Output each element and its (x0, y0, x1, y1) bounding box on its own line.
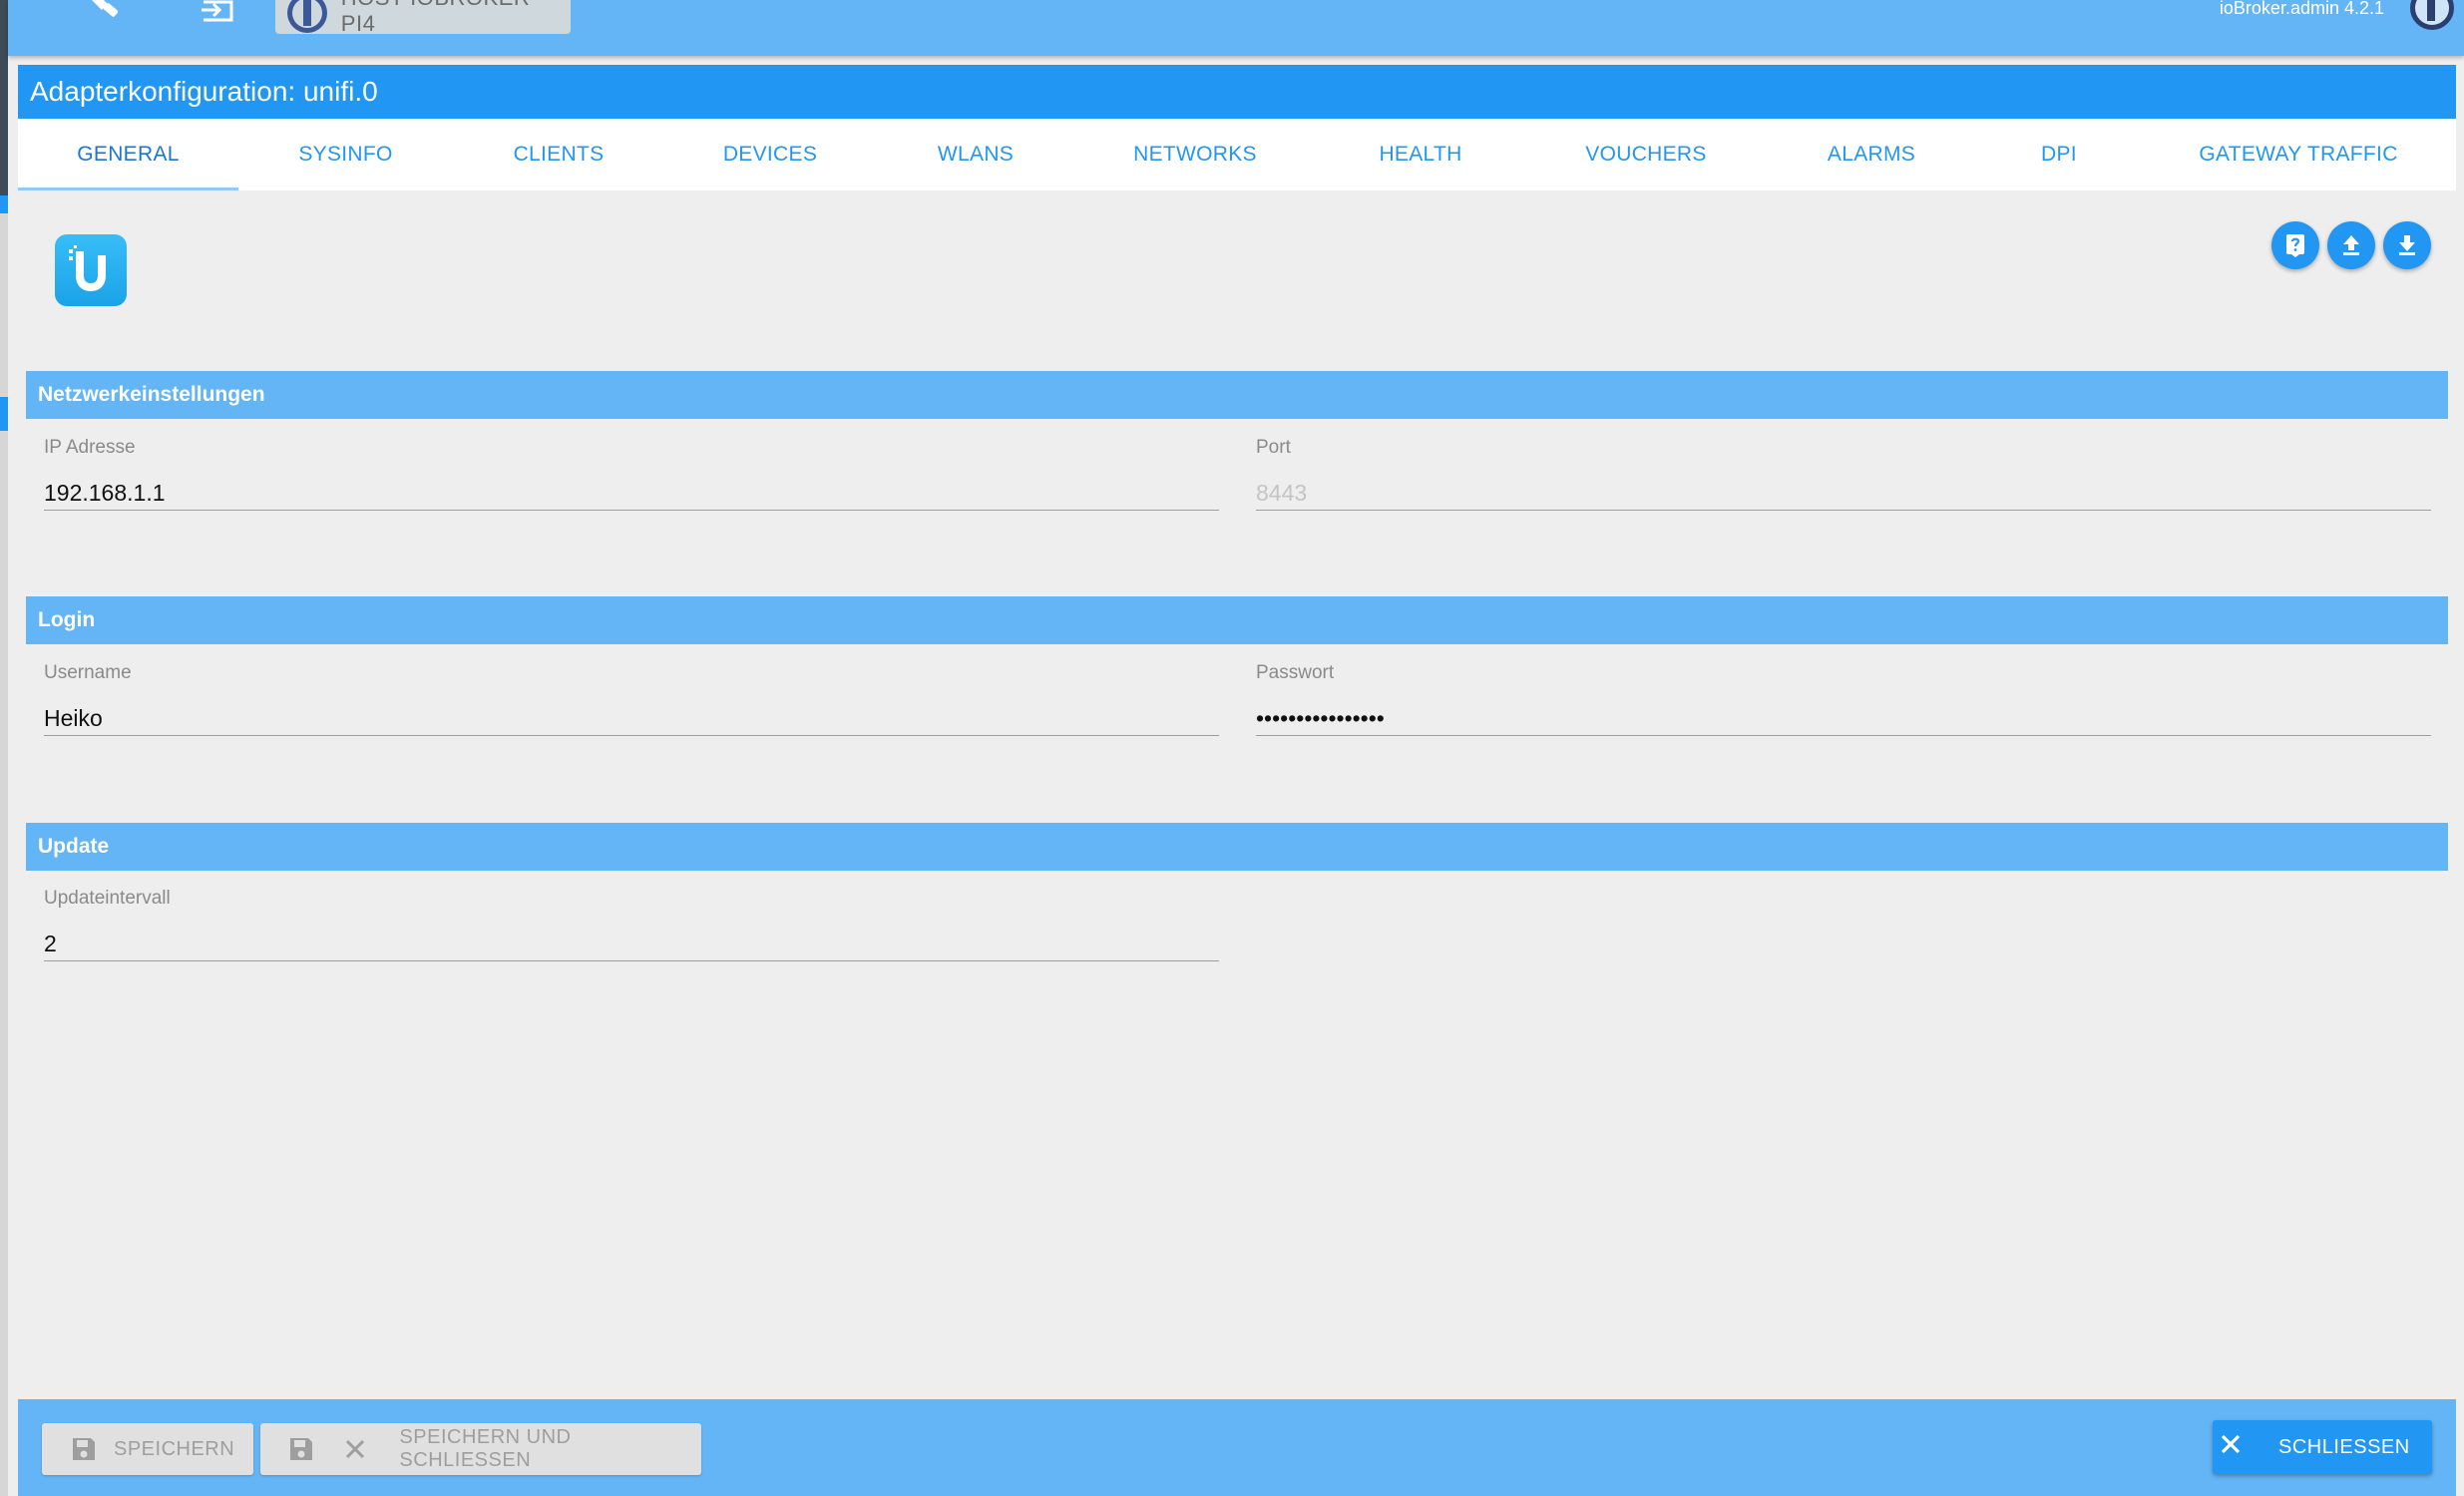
ip-address-field: IP Adresse (44, 437, 1219, 511)
update-interval-field: Updateintervall (44, 888, 1219, 961)
save-and-close-button[interactable]: SPEICHERN UND SCHLIESSEN (260, 1423, 701, 1475)
download-icon (2399, 235, 2415, 255)
iobroker-logo-icon (287, 0, 327, 33)
tab-health[interactable]: HEALTH (1315, 119, 1526, 190)
download-button[interactable] (2383, 221, 2431, 269)
tab-general[interactable]: GENERAL (18, 119, 238, 190)
save-button-label: SPEICHERN (114, 1437, 235, 1460)
floppy-disk-icon (272, 1435, 331, 1463)
dialog-title: Adapterkonfiguration: unifi.0 (18, 65, 2456, 119)
port-field: Port (1256, 437, 2431, 511)
tab-wlans[interactable]: WLANS (876, 119, 1075, 190)
tab-dpi[interactable]: DPI (1977, 119, 2141, 190)
tab-alarms[interactable]: ALARMS (1766, 119, 1977, 190)
host-label: HOST IOBROKER-PI4 (340, 0, 538, 34)
tab-clients[interactable]: CLIENTS (453, 119, 664, 190)
left-edge-strip (0, 0, 8, 1496)
host-selector[interactable]: HOST IOBROKER-PI4 (275, 0, 571, 34)
password-label: Passwort (1256, 662, 1335, 683)
ip-address-label: IP Adresse (44, 437, 136, 458)
unifi-adapter-logo (55, 234, 127, 306)
save-and-close-label: SPEICHERN UND SCHLIESSEN (399, 1426, 572, 1471)
close-button-label: SCHLIESSEN (2278, 1435, 2410, 1458)
close-x-icon (2219, 1432, 2278, 1462)
dialog-footer: SPEICHERN SPEICHERN UND SCHLIESSEN SCHLI… (18, 1399, 2456, 1496)
tab-bar: GENERAL SYSINFO CLIENTS DEVICES WLANS NE… (18, 119, 2456, 190)
port-label: Port (1256, 437, 1291, 458)
floppy-disk-icon (54, 1435, 114, 1463)
section-login-header: Login (26, 596, 2448, 644)
password-input[interactable] (1256, 700, 2431, 736)
tab-sysinfo[interactable]: SYSINFO (238, 119, 453, 190)
upload-button[interactable] (2327, 221, 2375, 269)
update-interval-input[interactable] (44, 926, 1219, 961)
save-button[interactable]: SPEICHERN (42, 1423, 253, 1475)
exit-icon[interactable] (194, 0, 241, 30)
help-button[interactable] (2271, 221, 2319, 269)
password-field: Passwort (1256, 662, 2431, 736)
update-interval-label: Updateintervall (44, 888, 171, 909)
top-app-bar: HOST IOBROKER-PI4 ioBroker.admin 4.2.1 (8, 0, 2464, 56)
tab-vouchers[interactable]: VOUCHERS (1526, 119, 1766, 190)
iobroker-corner-logo-icon (2410, 0, 2454, 30)
upload-icon (2343, 235, 2359, 255)
adapter-config-dialog: Adapterkonfiguration: unifi.0 GENERAL SY… (18, 65, 2456, 1496)
username-label: Username (44, 662, 132, 683)
tab-gateway-traffic[interactable]: GATEWAY TRAFFIC (2141, 119, 2456, 190)
help-icon (2286, 234, 2304, 257)
close-button[interactable]: SCHLIESSEN (2213, 1420, 2432, 1474)
username-field: Username (44, 662, 1219, 736)
ip-address-input[interactable] (44, 475, 1219, 511)
section-update-header: Update (26, 823, 2448, 871)
section-network-header: Netzwerkeinstellungen (26, 371, 2448, 419)
close-x-icon (331, 1437, 380, 1461)
tab-devices[interactable]: DEVICES (664, 119, 876, 190)
wrench-icon[interactable] (80, 0, 128, 30)
username-input[interactable] (44, 700, 1219, 736)
port-input[interactable] (1256, 475, 2431, 511)
version-label: ioBroker.admin 4.2.1 (2219, 0, 2384, 18)
tab-networks[interactable]: NETWORKS (1075, 119, 1315, 190)
